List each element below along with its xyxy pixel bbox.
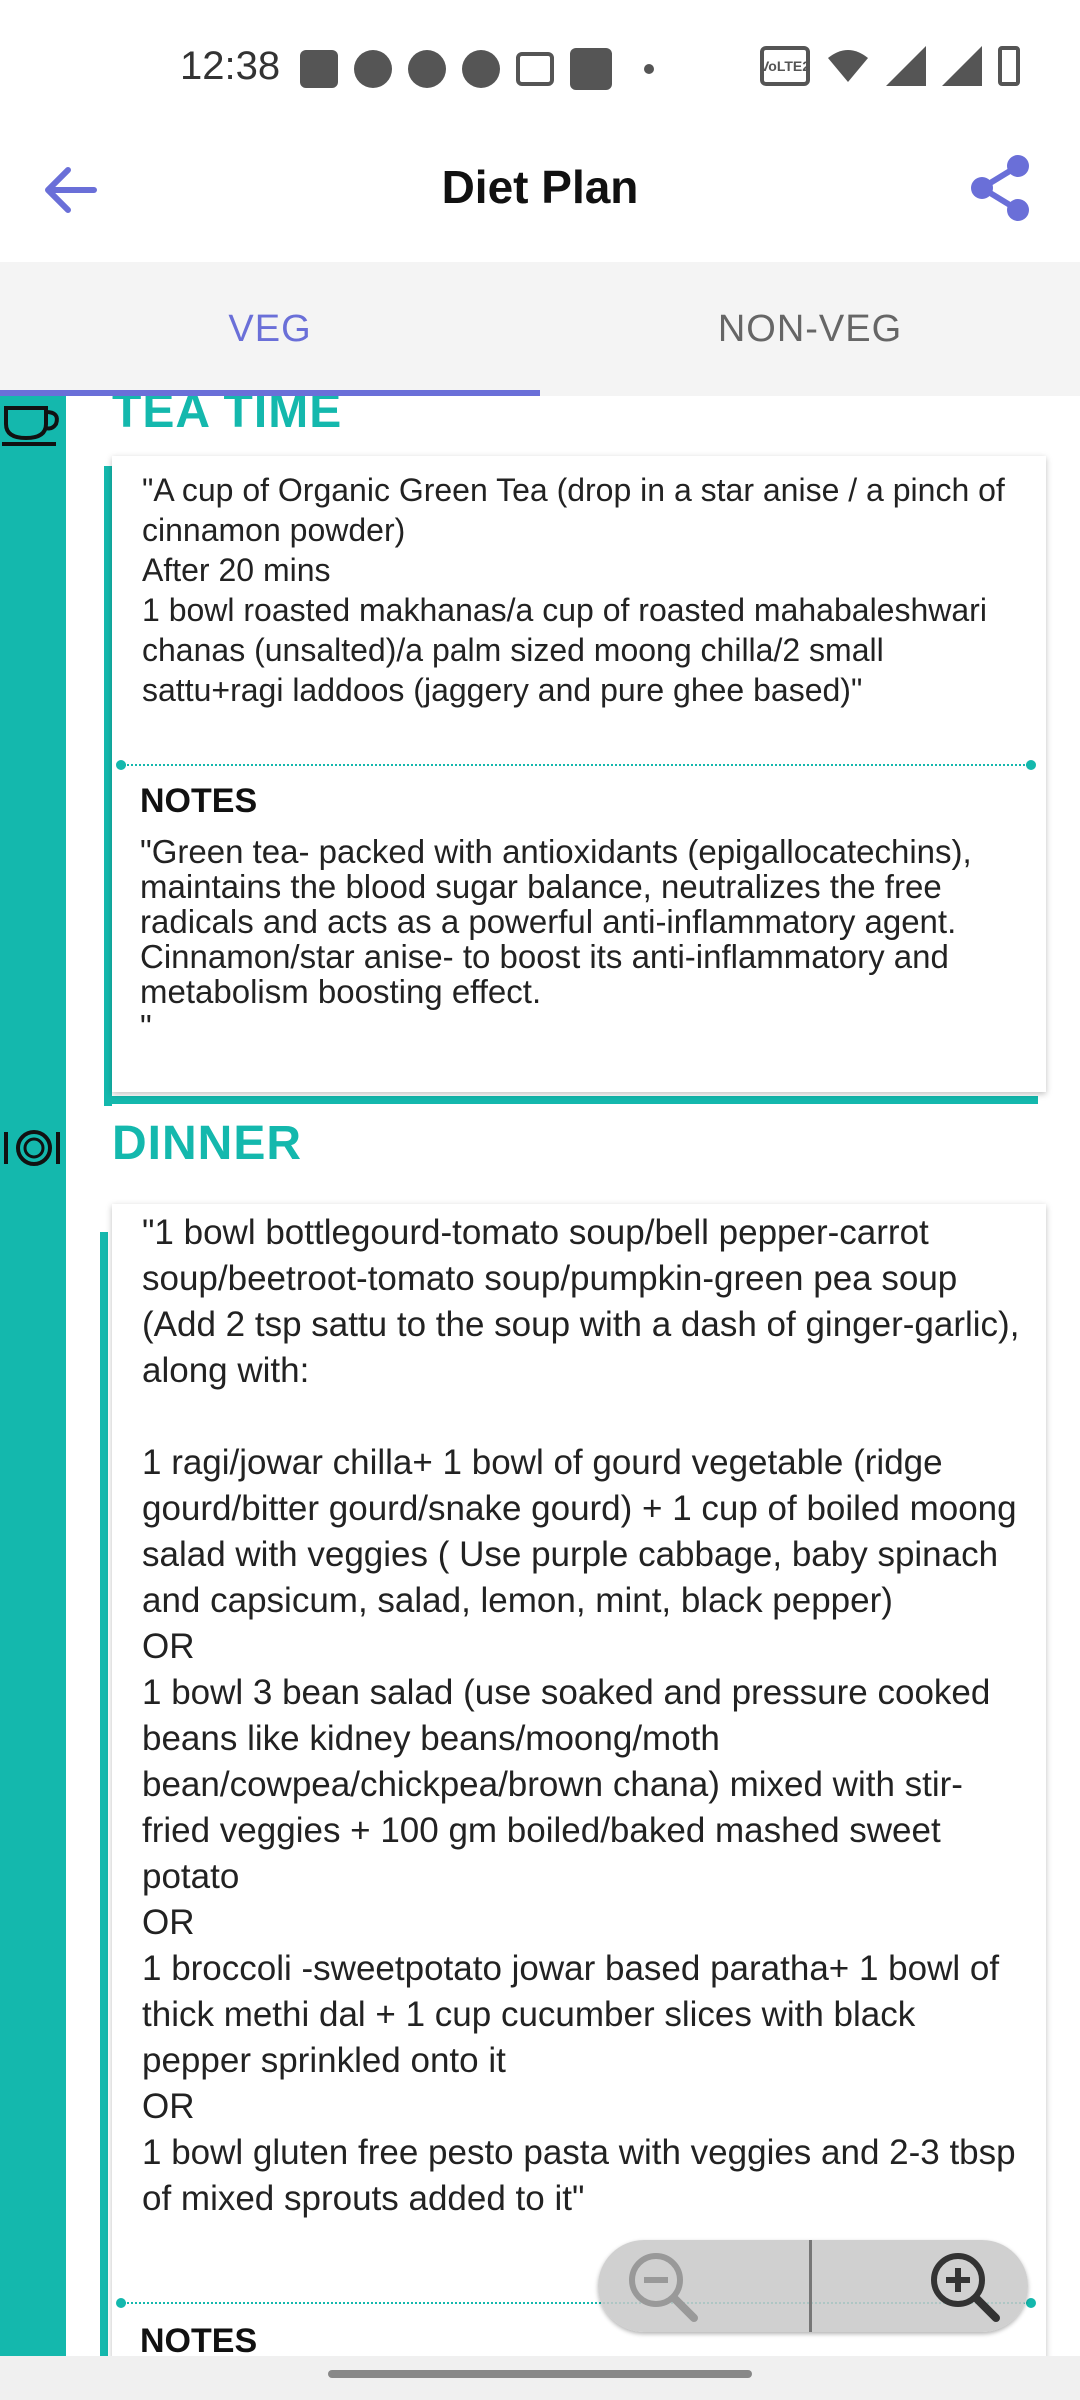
chat-bubble-icon (408, 50, 446, 88)
tea-time-description: "A cup of Organic Green Tea (drop in a s… (142, 472, 1005, 708)
wifi-icon (828, 50, 868, 82)
dinner-description: "1 bowl bottlegourd-tomato soup/bell pep… (142, 1213, 1020, 2218)
diet-plan-content[interactable]: TEA TIME "A cup of Organic Green Tea (dr… (0, 396, 1080, 2356)
gmail-icon (516, 52, 554, 86)
zoom-out-icon (629, 2253, 698, 2322)
dinner-card-accent (100, 1232, 108, 2356)
status-bar: 12:38 VoLTE2 (0, 0, 1080, 130)
battery-charging-icon (998, 46, 1020, 86)
section-title-tea-time: TEA TIME (112, 396, 343, 438)
system-icons: VoLTE2 (760, 46, 1020, 86)
volte-icon: VoLTE2 (760, 46, 810, 86)
notes-label: NOTES (140, 782, 258, 820)
chat-bubble-icon (462, 50, 500, 88)
system-nav-bar (0, 2356, 1080, 2400)
share-icon (971, 155, 1029, 221)
app-bar: Diet Plan (0, 130, 1080, 260)
timeline-rail (0, 396, 66, 2356)
plate-cutlery-icon (4, 1130, 60, 1166)
paytm-icon (570, 48, 612, 90)
zoom-in-button[interactable] (812, 2240, 1028, 2332)
tab-non-veg[interactable]: NON-VEG (540, 262, 1080, 396)
notes-icon (300, 50, 338, 88)
divider-dot (1026, 760, 1036, 770)
home-gesture-handle[interactable] (328, 2370, 752, 2378)
share-button[interactable] (960, 148, 1040, 228)
section-title-dinner: DINNER (112, 1117, 303, 1170)
tea-time-card-accent-bottom (104, 1096, 1038, 1104)
zoom-control (598, 2240, 1028, 2332)
notes-divider (124, 764, 1028, 766)
dinner-card: "1 bowl bottlegourd-tomato soup/bell pep… (112, 1204, 1046, 2356)
tea-time-notes: "Green tea- packed with antioxidants (ep… (140, 833, 972, 1045)
chat-bubble-icon (354, 50, 392, 88)
tea-time-card: "A cup of Organic Green Tea (drop in a s… (112, 456, 1046, 1092)
tab-bar: VEG NON-VEG (0, 262, 1080, 396)
zoom-in-icon (931, 2253, 1000, 2322)
tea-time-card-accent (104, 466, 112, 1106)
signal-icon (886, 46, 926, 86)
tab-veg[interactable]: VEG (0, 262, 540, 396)
tea-cup-icon (2, 406, 59, 446)
status-time: 12:38 (180, 44, 281, 88)
page-title: Diet Plan (441, 161, 639, 213)
dot-icon (644, 64, 654, 74)
notes-label: NOTES (140, 2322, 258, 2356)
zoom-out-button[interactable] (598, 2240, 810, 2332)
signal-x-icon (942, 46, 982, 86)
notification-icons (300, 48, 654, 90)
